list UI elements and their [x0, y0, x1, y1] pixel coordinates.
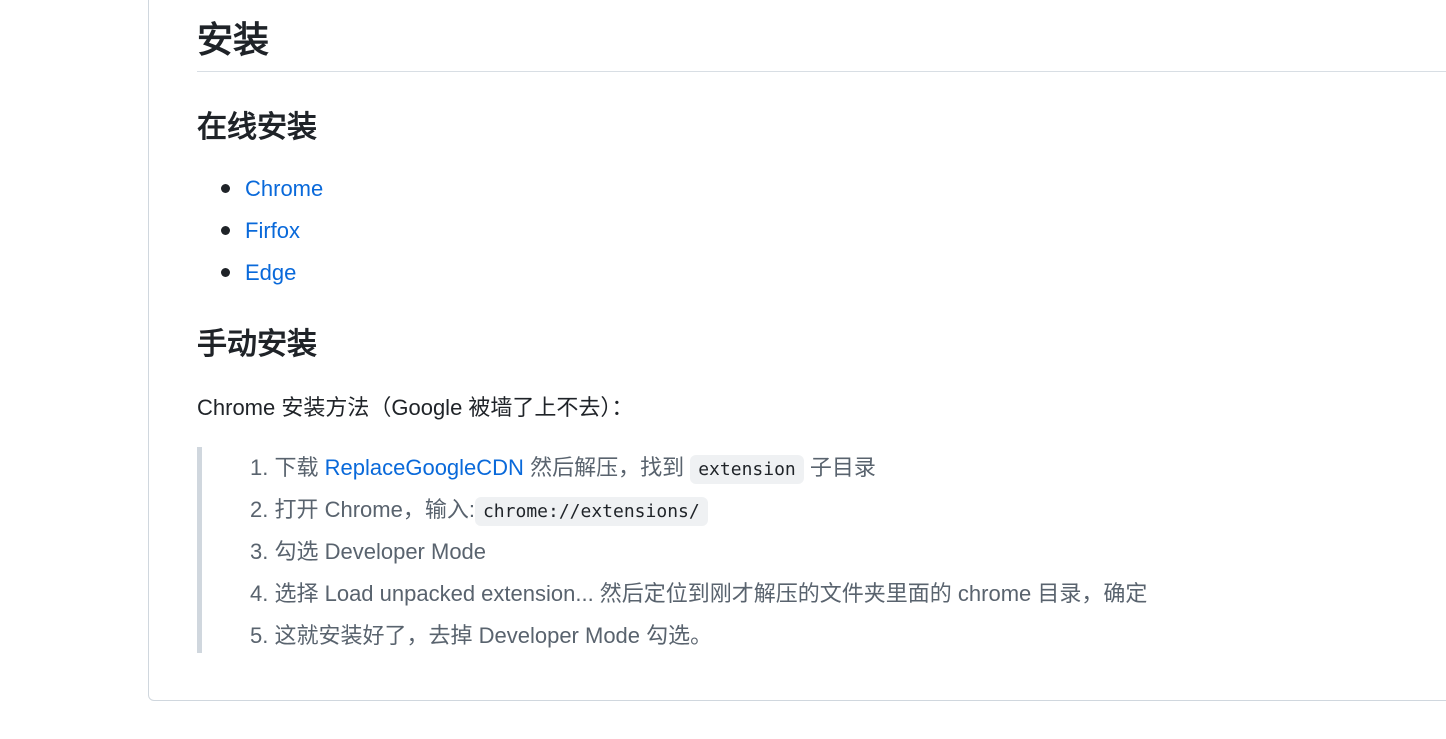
step-text: 选择 Load unpacked extension... 然后定位到刚才解压的…	[274, 581, 1148, 606]
subheading-online-install: 在线安装	[197, 111, 317, 144]
step-text: 这就安装好了，去掉 Developer Mode 勾选。	[274, 623, 713, 648]
section-heading-install: 安装	[197, 19, 270, 60]
step-number: 5.	[250, 623, 269, 648]
step-number: 2.	[250, 497, 269, 522]
list-item: Edge	[197, 252, 323, 294]
subheading-manual-install: 手动安装	[197, 328, 317, 361]
step-number: 3.	[250, 539, 269, 564]
step-text: 打开 Chrome，输入:	[274, 497, 475, 522]
step-text: 勾选 Developer Mode	[274, 539, 487, 564]
list-item: Chrome	[197, 168, 323, 210]
online-install-list: Chrome Firfox Edge	[197, 168, 323, 294]
inline-code-chrome-extensions: chrome://extensions/	[474, 497, 708, 526]
step-5: 5. 这就安装好了，去掉 Developer Mode 勾选。	[250, 615, 1147, 657]
step-4: 4. 选择 Load unpacked extension... 然后定位到刚才…	[250, 573, 1147, 615]
bullet-icon	[221, 268, 230, 277]
bullet-icon	[221, 226, 230, 235]
step-number: 1.	[250, 455, 269, 480]
chrome-link[interactable]: Chrome	[245, 176, 323, 201]
step-text: 然后解压，找到	[530, 455, 685, 480]
heading-divider	[197, 71, 1446, 72]
inline-code-extension: extension	[690, 455, 804, 484]
manual-install-intro: Chrome 安装方法（Google 被墙了上不去）：	[197, 395, 634, 420]
step-number: 4.	[250, 581, 269, 606]
edge-link[interactable]: Edge	[245, 260, 296, 285]
step-2: 2. 打开 Chrome，输入: chrome://extensions/	[250, 489, 1147, 531]
step-1: 1. 下载 ReplaceGoogleCDN 然后解压，找到 extension…	[250, 447, 1147, 489]
blockquote-bar	[197, 447, 202, 653]
step-text: 下载	[274, 455, 319, 480]
firefox-link[interactable]: Firfox	[245, 218, 300, 243]
install-steps-list: 1. 下载 ReplaceGoogleCDN 然后解压，找到 extension…	[250, 447, 1147, 657]
bullet-icon	[221, 184, 230, 193]
step-text: 子目录	[809, 455, 876, 480]
replacegooglecdn-link[interactable]: ReplaceGoogleCDN	[325, 455, 524, 480]
blockquote: 1. 下载 ReplaceGoogleCDN 然后解压，找到 extension…	[197, 447, 1446, 653]
list-item: Firfox	[197, 210, 323, 252]
page: 安装 在线安装 Chrome Firfox Edge 手动安装 Chrome 安…	[0, 0, 1446, 739]
step-3: 3. 勾选 Developer Mode	[250, 531, 1147, 573]
